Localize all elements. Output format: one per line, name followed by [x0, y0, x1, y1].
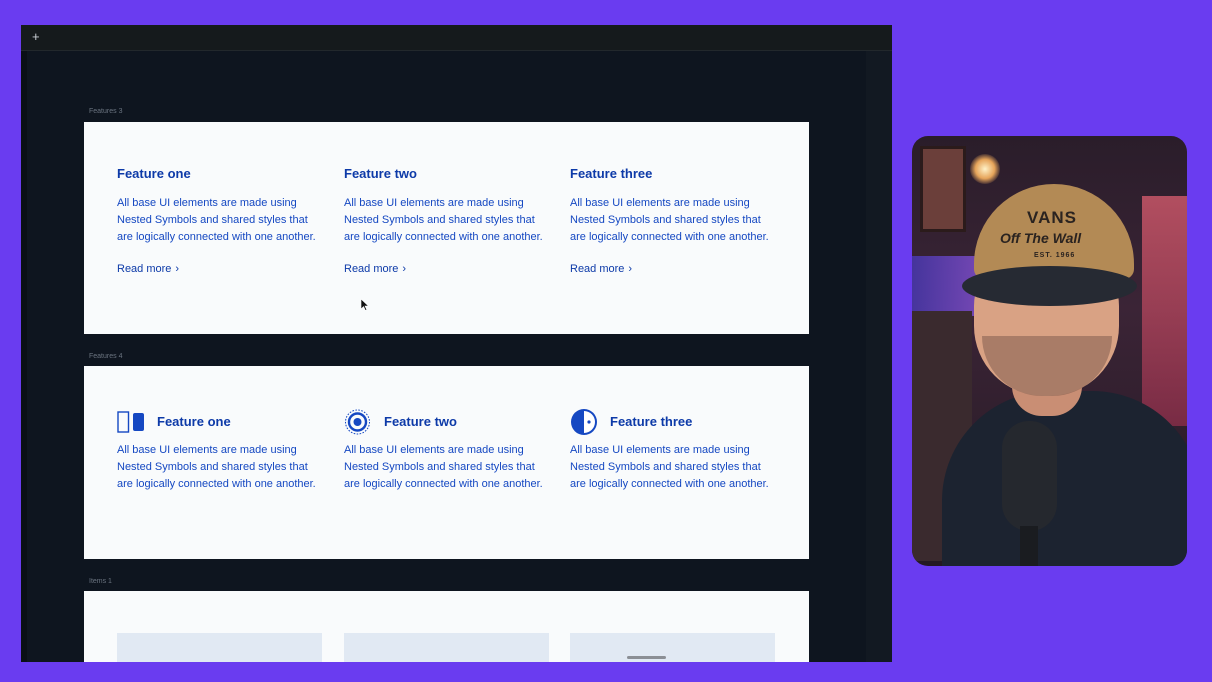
- frame-features-4[interactable]: Feature one All base UI elements are mad…: [84, 366, 809, 559]
- feature-body: All base UI elements are made using Nest…: [344, 197, 543, 243]
- top-toolbar: +: [21, 25, 892, 51]
- read-more-link[interactable]: Read more ›: [117, 262, 179, 276]
- feature-body: All base UI elements are made using Nest…: [344, 444, 543, 490]
- frame-label-features-3: Features 3: [89, 108, 123, 115]
- design-app-window: + Features 3 Feature one All base UI ele…: [21, 25, 892, 662]
- feature-card-three: Feature three All base UI elements are m…: [570, 409, 780, 493]
- feature-heading-row: Feature two: [344, 409, 554, 435]
- cap-brim: [962, 266, 1137, 306]
- feature-title: Feature one: [157, 414, 231, 429]
- half-circle-icon: [571, 409, 597, 435]
- toggle-panels-icon: [117, 411, 144, 433]
- add-icon[interactable]: +: [32, 30, 40, 44]
- vertical-scroll-track[interactable]: [866, 51, 892, 662]
- microphone: [1002, 421, 1057, 531]
- webcam-overlay: VANS Off The Wall EST. 1966: [912, 136, 1187, 566]
- cap-slogan: Off The Wall: [1000, 230, 1082, 246]
- feature-card-three: Feature three All base UI elements are m…: [570, 166, 780, 277]
- image-placeholder: [344, 633, 549, 662]
- presenter-shirt: [942, 391, 1187, 566]
- feature-card-two: Feature two All base UI elements are mad…: [344, 409, 554, 493]
- lamp-light: [970, 154, 1000, 184]
- read-more-label: Read more: [344, 263, 399, 275]
- cap-brand: VANS: [1027, 208, 1077, 227]
- background-light: [1142, 196, 1187, 426]
- feature-title: Feature three: [570, 166, 653, 181]
- feature-title: Feature two: [384, 414, 457, 429]
- frame-items-1[interactable]: [84, 591, 809, 662]
- chevron-right-icon: ›: [402, 263, 407, 275]
- read-more-label: Read more: [570, 263, 625, 275]
- feature-body: All base UI elements are made using Nest…: [570, 197, 769, 243]
- feature-card-one: Feature one All base UI elements are mad…: [117, 409, 327, 493]
- feature-body: All base UI elements are made using Nest…: [117, 444, 316, 490]
- target-icon: [345, 409, 370, 435]
- feature-title: Feature three: [610, 414, 693, 429]
- horizontal-scroll-handle[interactable]: [627, 656, 666, 659]
- wall-poster: [920, 146, 966, 232]
- mouse-cursor-icon: [361, 299, 370, 311]
- frame-label-items-1: Items 1: [89, 578, 112, 585]
- design-canvas[interactable]: Features 3 Feature one All base UI eleme…: [27, 51, 866, 662]
- chevron-right-icon: ›: [628, 263, 633, 275]
- image-placeholder: [570, 633, 775, 662]
- chevron-right-icon: ›: [175, 263, 180, 275]
- read-more-link[interactable]: Read more ›: [570, 262, 632, 276]
- feature-title: Feature two: [344, 166, 417, 181]
- microphone-stand: [1020, 526, 1038, 566]
- image-placeholder: [117, 633, 322, 662]
- feature-heading-row: Feature one: [117, 409, 327, 435]
- feature-body: All base UI elements are made using Nest…: [570, 444, 769, 490]
- frame-features-3[interactable]: Feature one All base UI elements are mad…: [84, 122, 809, 334]
- read-more-label: Read more: [117, 263, 172, 275]
- feature-body: All base UI elements are made using Nest…: [117, 197, 316, 243]
- presenter-beard: [982, 336, 1112, 396]
- feature-title: Feature one: [117, 166, 191, 181]
- feature-heading-row: Feature three: [570, 409, 780, 435]
- feature-card-one: Feature one All base UI elements are mad…: [117, 166, 327, 277]
- read-more-link[interactable]: Read more ›: [344, 262, 406, 276]
- feature-card-two: Feature two All base UI elements are mad…: [344, 166, 554, 277]
- cap-est: EST. 1966: [1034, 252, 1076, 259]
- frame-label-features-4: Features 4: [89, 353, 123, 360]
